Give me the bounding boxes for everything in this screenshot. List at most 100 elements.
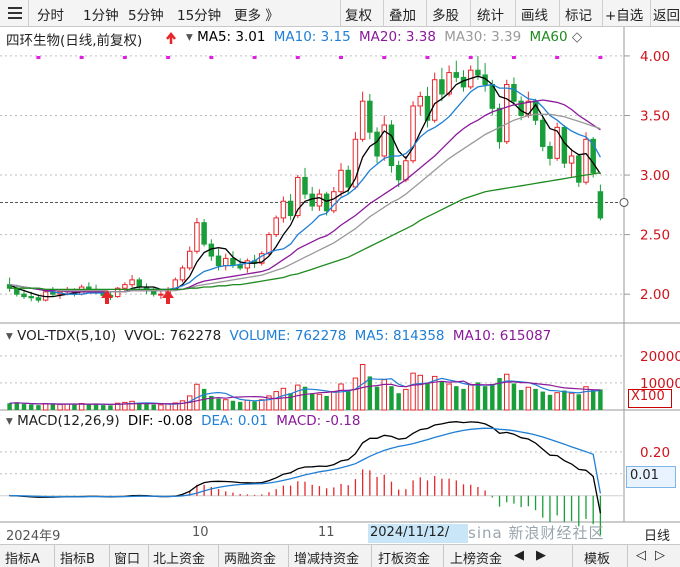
volume-bar-down	[252, 401, 257, 410]
statistics-button[interactable]: 统计	[477, 4, 504, 24]
volume-bar-up	[273, 391, 279, 411]
volume-bar-down	[576, 394, 582, 410]
candle-down	[576, 155, 582, 183]
candle-up	[504, 84, 510, 143]
volume-bar-up	[259, 399, 265, 411]
volume-bar-up	[223, 399, 229, 411]
volume-bar-up	[316, 393, 323, 411]
volume-bar-down	[288, 393, 293, 410]
candle-down	[201, 222, 207, 245]
volume-bar-down	[93, 404, 99, 410]
diamond-icon[interactable]: ◇	[572, 29, 582, 45]
overlay-button[interactable]: 叠加	[389, 4, 416, 24]
ma-settings-icon[interactable]: ▾	[186, 29, 193, 45]
tab-limit-up[interactable]: 打板资金	[378, 548, 430, 567]
candle-up	[331, 191, 337, 212]
chevron-left-icon[interactable]: ◀	[514, 548, 524, 563]
buy-arrow-icon	[162, 290, 174, 304]
volume-bar-up	[244, 399, 251, 411]
signal-marker	[209, 56, 214, 59]
candle-down	[388, 124, 395, 167]
candle-down	[230, 257, 236, 265]
candle-up	[273, 217, 279, 236]
chevron-right-icon[interactable]: ▶	[536, 548, 546, 563]
tab-window[interactable]: 窗口	[114, 548, 140, 567]
volume-bar-down	[367, 376, 373, 410]
price-tick-label: 3.50	[640, 108, 670, 124]
tab-toplist[interactable]: 上榜资金	[450, 548, 502, 567]
period-tab-timeshare[interactable]: 分时	[37, 4, 64, 24]
template-button[interactable]: 模板	[584, 548, 610, 567]
close-icon[interactable]	[164, 31, 178, 45]
tab-margin[interactable]: 两融资金	[224, 548, 276, 567]
candle-up	[223, 257, 229, 267]
volume-bar-up	[331, 391, 337, 411]
volume-bar-down	[482, 386, 488, 410]
hamburger-icon[interactable]	[8, 6, 22, 20]
chevron-up-icon[interactable]: ◁	[636, 548, 646, 563]
candle-up	[568, 155, 575, 164]
legend-ma10: MA10: 3.15	[273, 29, 351, 45]
volume-bar-down	[533, 388, 538, 410]
tab-indicator-a[interactable]: 指标A	[5, 548, 40, 567]
chevron-down-icon[interactable]: ▷	[655, 548, 665, 563]
volume-bar-down	[439, 381, 445, 410]
volume-bar-up	[403, 388, 409, 411]
tab-holding-change[interactable]: 增减持资金	[294, 548, 359, 567]
signal-marker	[555, 56, 560, 59]
restore-rights-button[interactable]: 复权	[345, 4, 372, 24]
volume-bar-down	[21, 404, 27, 410]
period-tab-5min[interactable]: 5分钟	[128, 4, 164, 24]
volume-bar-down	[562, 390, 567, 410]
period-tab-more[interactable]: 更多 》	[234, 4, 279, 24]
volume-bar-down	[216, 398, 221, 410]
volume-bar-up	[338, 383, 344, 411]
macd-legend-dif: DIF: -0.08	[127, 413, 193, 429]
volume-bar-down	[396, 393, 401, 410]
legend-ma60: MA60	[529, 29, 568, 45]
volume-bar-down	[14, 402, 20, 410]
vol-legend-vvol: VVOL: 762278	[124, 328, 222, 344]
signal-marker	[382, 56, 387, 59]
volume-bar-down	[598, 389, 603, 410]
volume-bar-down	[454, 386, 459, 410]
period-tab-1min[interactable]: 1分钟	[83, 4, 119, 24]
back-button[interactable]: 返回	[653, 4, 680, 24]
signal-marker	[166, 56, 171, 59]
volume-bar-down	[324, 395, 329, 410]
tab-indicator-b[interactable]: 指标B	[60, 548, 95, 567]
candle-up	[186, 250, 193, 269]
candle-up	[179, 267, 186, 281]
volume-bar-down	[374, 386, 380, 410]
volume-bar-down	[50, 404, 56, 410]
mark-button[interactable]: 标记	[565, 4, 592, 24]
signal-marker	[339, 56, 344, 59]
timeframe-label[interactable]: 日线	[644, 525, 670, 544]
volume-bar-down	[309, 393, 315, 410]
macd-legend-macd: MACD: -0.18	[276, 413, 361, 429]
macd-legend-dea: DEA: 0.01	[201, 413, 268, 429]
vol-settings-icon[interactable]: ▾	[6, 328, 13, 344]
volume-bar-up	[446, 383, 452, 411]
signal-marker	[252, 56, 257, 59]
volume-bar-down	[345, 390, 351, 410]
sina-watermark: sina 新浪财经社区	[468, 524, 605, 542]
legend-ma5: MA5: 3.01	[197, 29, 266, 45]
volume-bar-down	[540, 391, 545, 410]
volume-bar-down	[475, 382, 481, 410]
candle-up	[359, 100, 366, 140]
add-watchlist-button[interactable]: +自选	[605, 4, 643, 24]
volume-bar-down	[28, 404, 34, 410]
macd-settings-icon[interactable]: ▾	[6, 413, 13, 429]
vol-unit-label: X100	[631, 389, 665, 404]
candle-down	[597, 191, 604, 219]
draw-line-button[interactable]: 画线	[521, 4, 548, 24]
tab-northbound[interactable]: 北上资金	[153, 548, 205, 567]
candle-up	[280, 200, 287, 219]
period-tab-15min[interactable]: 15分钟	[177, 4, 221, 24]
kline-chart[interactable]: 2.002.503.003.504.0010000200000.20	[0, 27, 680, 544]
volume-bar-down	[151, 404, 156, 410]
volume-bar-down	[547, 394, 553, 410]
multi-stock-button[interactable]: 多股	[432, 4, 459, 24]
candle-up	[266, 234, 272, 255]
